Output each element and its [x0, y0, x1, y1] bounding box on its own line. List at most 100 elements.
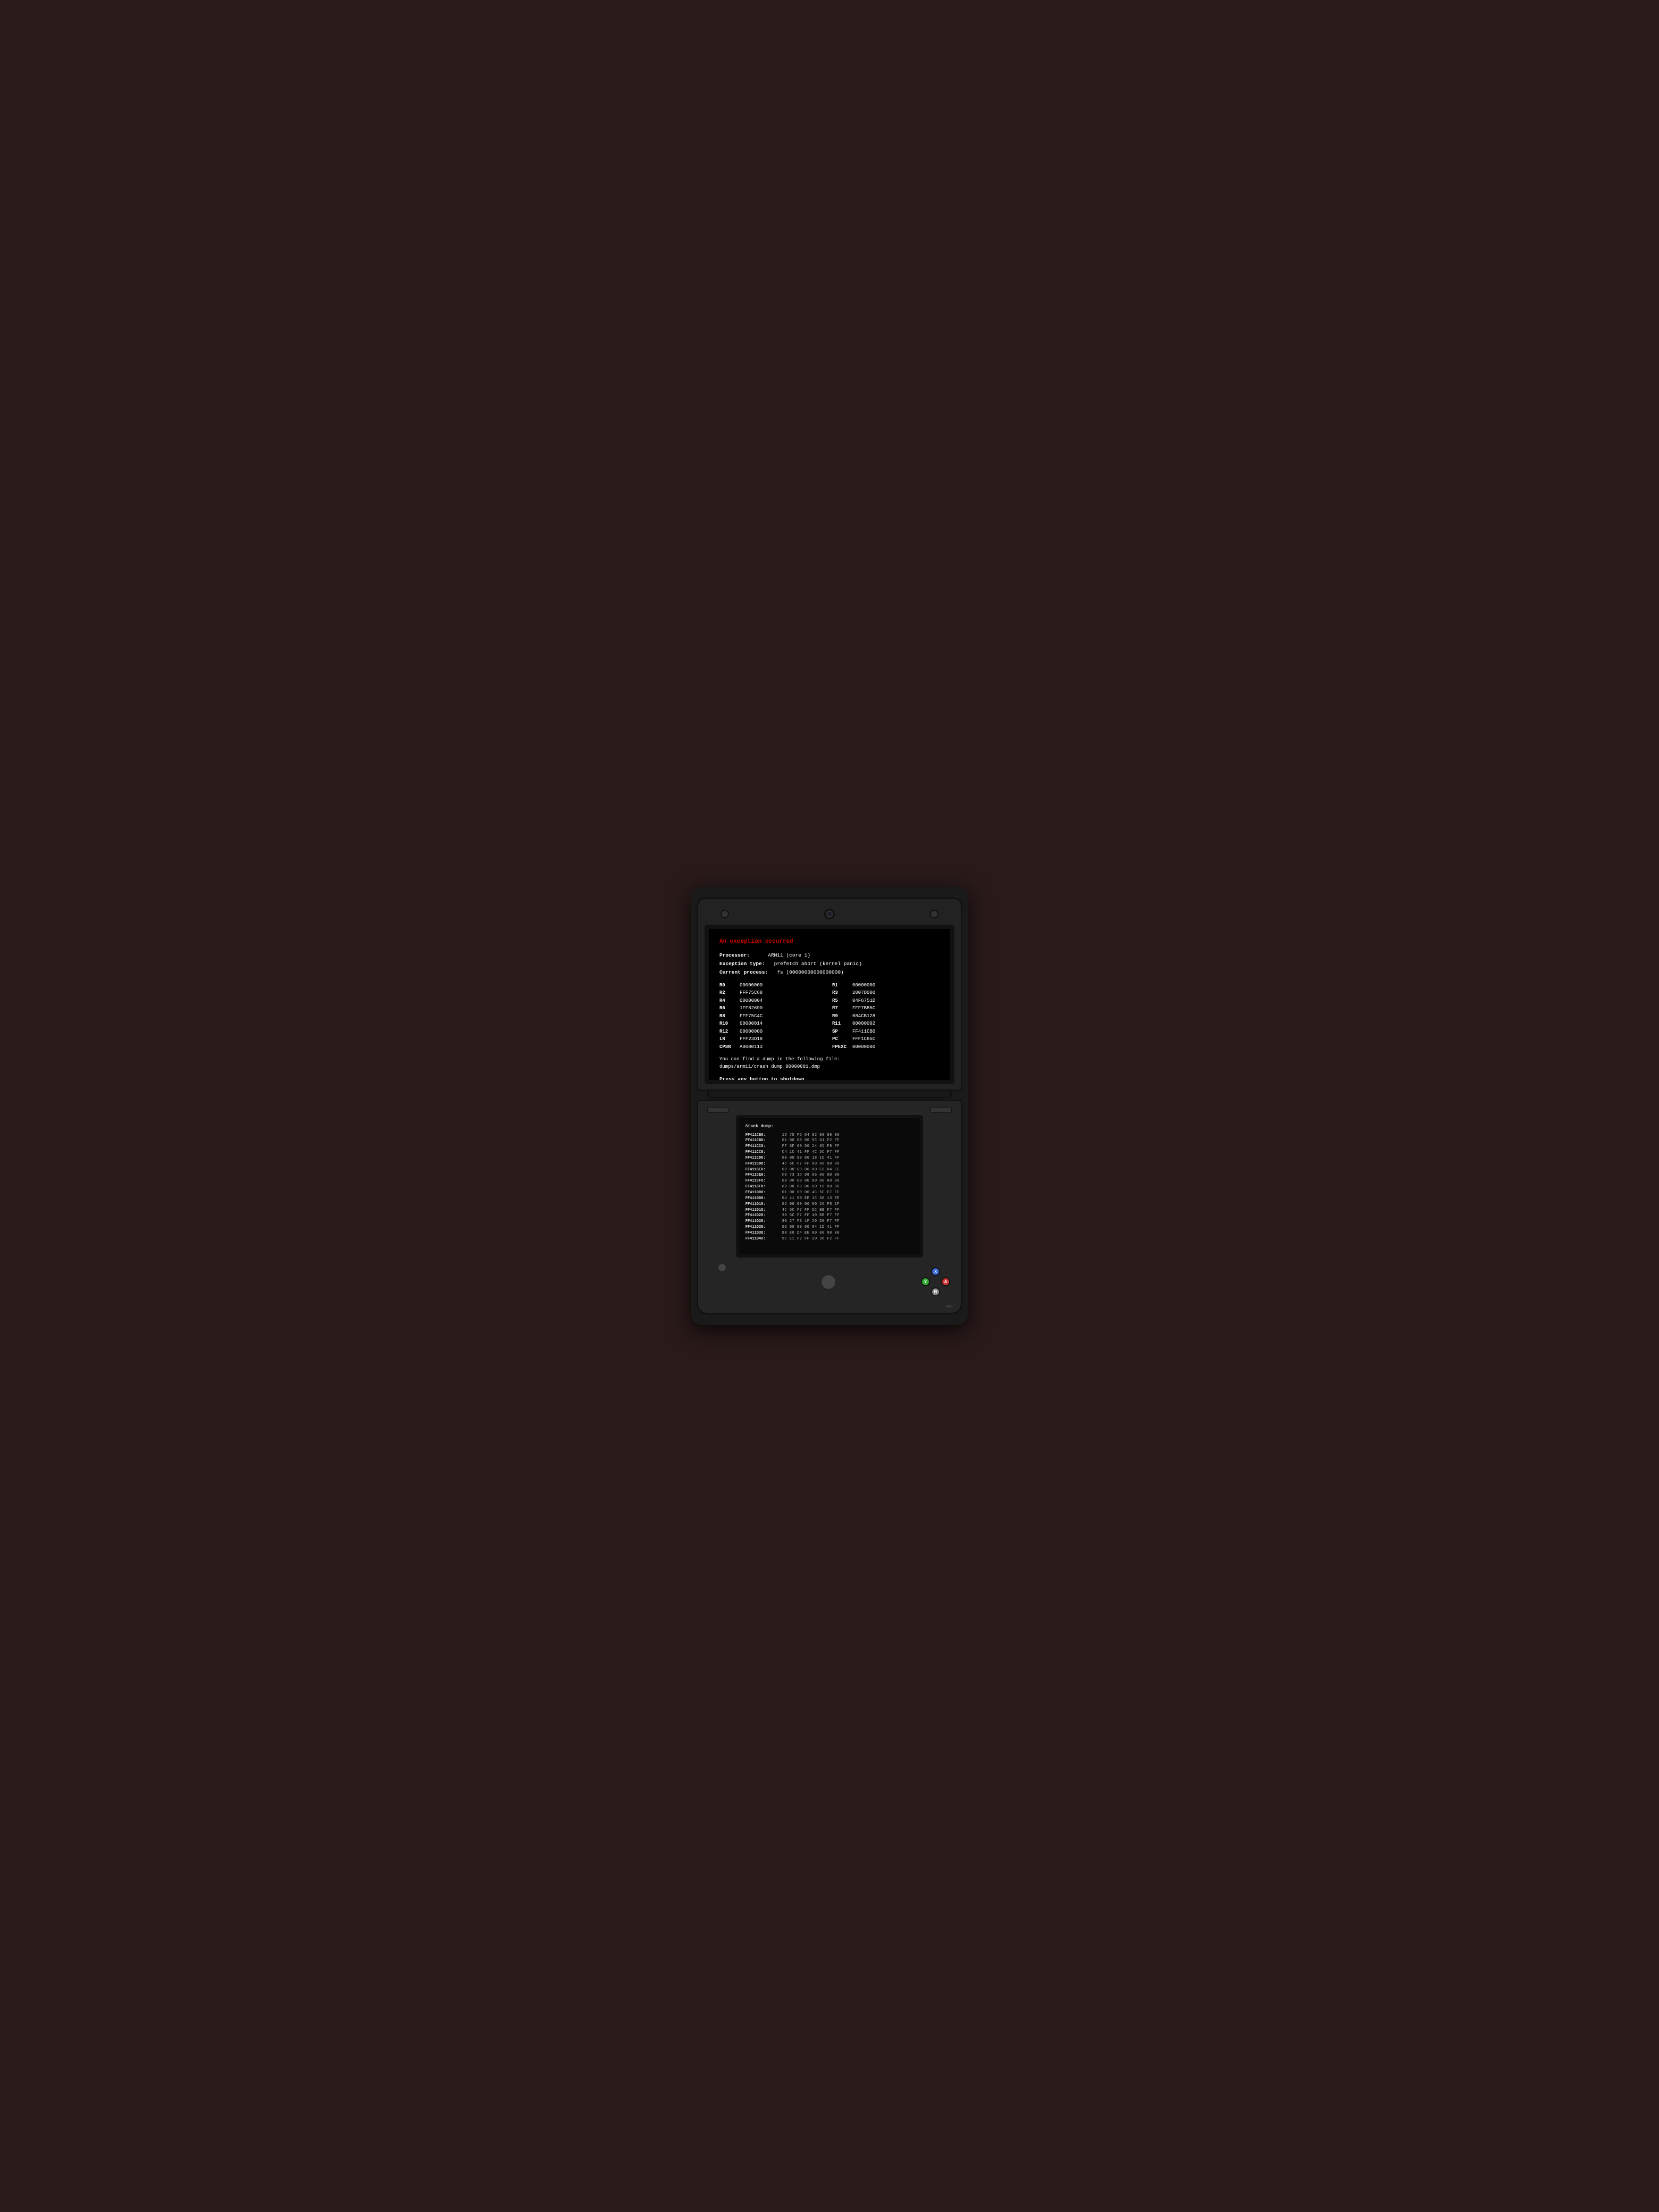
bottom-screen-outer: Stack dump: FF411CB0:1D 75 F6 04 02 00 0…: [705, 1115, 954, 1257]
reg-name: R0: [719, 982, 735, 990]
register-row-left-4: R8 FFF75C4C: [719, 1013, 827, 1020]
reg-val: FFF23D18: [740, 1036, 763, 1043]
stack-vals: 00 00 00 00 00 00 00 00: [782, 1178, 840, 1184]
b-button[interactable]: B: [931, 1287, 940, 1296]
register-row-right-3: R7FFF7BB5C: [832, 1005, 940, 1012]
dump-path: dumps/arm11/crash_dump_00000001.dmp: [719, 1063, 940, 1071]
process-value: fs (00000000000000000): [777, 969, 843, 975]
stack-row-11: FF411D08:04 41 0B EE 1C 60 13 EE: [745, 1196, 914, 1202]
stack-row-12: FF411D10:02 00 00 00 80 26 F8 1F: [745, 1202, 914, 1208]
reg-name: R9: [832, 1013, 848, 1020]
stack-row-2: FF411CC0:FF 6F 00 00 24 85 F9 FF: [745, 1144, 914, 1150]
stack-vals: 80 27 F8 1F 20 D0 F7 FF: [782, 1219, 840, 1225]
stack-vals: 30 5C F7 FF 40 BB F7 FF: [782, 1213, 840, 1219]
stack-vals: 00 00 00 00 00 10 00 00: [782, 1184, 840, 1190]
stack-vals: 01 00 00 00 9C 01 F2 FF: [782, 1138, 840, 1144]
stack-addr: FF411D28:: [745, 1219, 780, 1225]
stack-row-4: FF411CD0:00 00 00 00 18 1D 41 FF: [745, 1155, 914, 1161]
bottom-body: Stack dump: FF411CB0:1D 75 F6 04 02 00 0…: [697, 1100, 962, 1314]
register-row-right-1: R32007D000: [832, 990, 940, 997]
stack-row-13: FF411D18:4C 5C F7 FF 5C BB F7 FF: [745, 1208, 914, 1213]
shoulder-buttons: [705, 1108, 954, 1113]
right-shoulder-button[interactable]: [931, 1108, 952, 1113]
stack-row-5: FF411CD8:4C 5C F7 FF 00 00 00 00: [745, 1161, 914, 1167]
a-button[interactable]: A: [941, 1277, 950, 1286]
registers-grid: R0 00000000 R1 00000000 R2 FFF75C68 R32007D000…: [719, 982, 940, 1051]
top-screen: An exception occurred Processor: ARM11 (…: [709, 929, 950, 1080]
stack-vals: 5C E1 F2 FF 20 36 F2 FF: [782, 1236, 840, 1242]
register-row-right-2: R504F6751D: [832, 998, 940, 1005]
stack-vals: 04 41 0B EE 1C 60 13 EE: [782, 1196, 840, 1202]
stack-vals: 4C 5C F7 FF 5C BB F7 FF: [782, 1208, 840, 1213]
stack-vals: 02 00 00 00 80 26 F8 1F: [782, 1202, 840, 1208]
stack-addr: FF411CC0:: [745, 1144, 780, 1150]
reg-name: R10: [719, 1020, 735, 1028]
stack-addr: FF411CD0:: [745, 1155, 780, 1161]
reg-name: R12: [719, 1028, 735, 1036]
reg-name: CPSR: [719, 1044, 735, 1051]
stack-vals: 80 E0 D4 EE 00 00 00 00: [782, 1230, 840, 1236]
reg-name: SP: [832, 1028, 848, 1036]
stack-addr: FF411D40:: [745, 1236, 780, 1242]
register-row-right-4: R9 084CB128: [832, 1013, 940, 1020]
register-row-left-6: R1200000000: [719, 1028, 827, 1036]
home-button[interactable]: [820, 1274, 836, 1290]
reg-val: FFF75C68: [740, 990, 763, 997]
reg-val: 084CB128: [852, 1013, 875, 1020]
reg-val: FFF1C85C: [852, 1036, 875, 1043]
reg-name: R8: [719, 1013, 735, 1020]
reg-name: FPEXC: [832, 1044, 848, 1051]
left-shoulder-button[interactable]: [707, 1108, 728, 1113]
x-button[interactable]: X: [931, 1267, 940, 1276]
stack-row-1: FF411CB8:01 00 00 00 9C 01 F2 FF: [745, 1138, 914, 1144]
reg-name: R5: [832, 998, 848, 1005]
stack-rows-container: FF411CB0:1D 75 F6 04 02 00 00 00FF411CB8…: [745, 1133, 914, 1242]
reg-val: 1FF82690: [740, 1005, 763, 1012]
stack-addr: FF411D20:: [745, 1213, 780, 1219]
stack-row-7: FF411CE8:C0 73 1D 08 06 00 00 00: [745, 1172, 914, 1178]
right-camera: [930, 910, 939, 918]
y-button[interactable]: Y: [921, 1277, 930, 1286]
reg-val: FFF7BB5C: [852, 1005, 875, 1012]
stack-addr: FF411D08:: [745, 1196, 780, 1202]
exception-line: Exception type: prefetch abort (kernel p…: [719, 960, 940, 968]
top-screen-bezel: An exception occurred Processor: ARM11 (…: [705, 925, 954, 1084]
stack-vals: C4 1C 41 FF 4C 5C F7 FF: [782, 1150, 840, 1155]
reg-name: R1: [832, 982, 848, 990]
reg-val: 2007D000: [852, 990, 875, 997]
stack-vals: 00 00 00 00 80 E0 D4 EE: [782, 1167, 840, 1173]
register-row-right-6: SP FF411CB0: [832, 1028, 940, 1036]
bottom-screen-bezel: Stack dump: FF411CB0:1D 75 F6 04 02 00 0…: [736, 1115, 924, 1257]
reg-val: 00000000: [852, 1044, 875, 1051]
reg-name: R6: [719, 1005, 735, 1012]
stack-row-10: FF411D00:01 00 00 00 4C 5C F7 FF: [745, 1190, 914, 1196]
reg-name: LR: [719, 1036, 735, 1043]
register-row-left-8: CPSRA0000113: [719, 1044, 827, 1051]
reg-name: PC: [832, 1036, 848, 1043]
reg-val: 00000000: [740, 982, 763, 990]
stack-row-6: FF411CE0:00 00 00 00 80 E0 D4 EE: [745, 1167, 914, 1173]
3ds-device: An exception occurred Processor: ARM11 (…: [691, 887, 968, 1325]
stack-row-18: FF411D40:5C E1 F2 FF 20 36 F2 FF: [745, 1236, 914, 1242]
register-row-left-1: R2 FFF75C68: [719, 990, 827, 997]
dump-message: You can find a dump in the following fil…: [719, 1056, 940, 1063]
camera-lens: [827, 911, 832, 917]
stack-addr: FF411CB0:: [745, 1133, 780, 1138]
register-row-left-0: R0 00000000: [719, 982, 827, 990]
reg-val: 00000002: [852, 1020, 875, 1028]
reg-val: FF411CB0: [852, 1028, 875, 1036]
stack-addr: FF411D00:: [745, 1190, 780, 1196]
stack-vals: 1D 75 F6 04 02 00 00 00: [782, 1133, 840, 1138]
process-label: Current process:: [719, 969, 768, 975]
dpad[interactable]: [709, 1276, 735, 1302]
reg-name: R2: [719, 990, 735, 997]
exception-value: prefetch abort (kernel panic): [774, 961, 862, 967]
stack-addr: FF411D18:: [745, 1208, 780, 1213]
reg-val: FFF75C4C: [740, 1013, 763, 1020]
stack-vals: C0 73 1D 08 06 00 00 00: [782, 1172, 840, 1178]
register-row-left-7: LR FFF23D18: [719, 1036, 827, 1043]
left-analog-stick[interactable]: [717, 1263, 727, 1272]
center-camera: [824, 909, 835, 919]
left-controls: [709, 1262, 735, 1302]
stack-addr: FF411CE8:: [745, 1172, 780, 1178]
